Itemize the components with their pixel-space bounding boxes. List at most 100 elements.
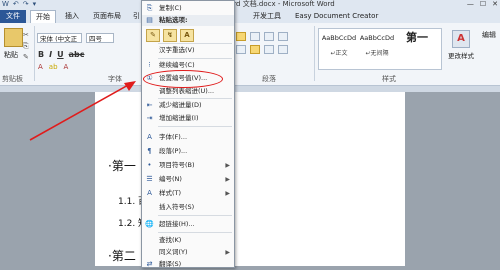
tab-file[interactable]: 文件 bbox=[0, 10, 26, 23]
style-normal[interactable]: AaBbCcDd ↵正文 bbox=[320, 32, 358, 57]
highlight-oval bbox=[143, 70, 223, 88]
multilevel-list-icon[interactable] bbox=[264, 32, 274, 41]
clipboard-group-label: 剪贴板 bbox=[2, 75, 23, 83]
paste-text-only-icon[interactable]: A bbox=[180, 29, 194, 42]
menu-separator bbox=[158, 126, 232, 127]
paragraph-icon: ¶ bbox=[147, 147, 152, 155]
window-title: ord 文档.docx - Microsoft Word bbox=[229, 0, 335, 8]
clipboard-tools: ✂ ⎘ ✎ bbox=[23, 30, 29, 63]
menu-item-styles[interactable]: A 样式(T) ▶ bbox=[142, 188, 234, 199]
style-sample: 第一 bbox=[406, 31, 428, 44]
menu-item-synonyms[interactable]: 同义词(Y) ▶ bbox=[142, 247, 234, 258]
bullets-icon[interactable] bbox=[236, 32, 246, 41]
submenu-arrow-icon: ▶ bbox=[225, 162, 230, 169]
menu-separator bbox=[158, 232, 232, 233]
style-sample: AaBbCcDd bbox=[321, 34, 357, 42]
paste-options: ✎ ↯ A bbox=[146, 29, 194, 42]
menu-item-decrease-indent[interactable]: ⇤ 减少缩进量(D) bbox=[142, 100, 234, 111]
minimize-icon[interactable]: — bbox=[467, 0, 474, 9]
font-color-row: A ab A bbox=[38, 63, 68, 71]
font-format-row: B I U abc bbox=[38, 50, 84, 59]
font-color-icon[interactable]: A bbox=[64, 63, 69, 71]
align-right-icon[interactable] bbox=[264, 45, 274, 54]
editing-button[interactable]: 编辑 bbox=[482, 30, 496, 40]
numbering-icon[interactable] bbox=[250, 32, 260, 41]
paste-button[interactable]: 粘贴 bbox=[4, 50, 18, 60]
hyperlink-icon: 🌐 bbox=[145, 220, 154, 228]
customize-qat-icon[interactable]: ▾ bbox=[33, 0, 37, 9]
text-effects-icon[interactable]: A bbox=[38, 63, 43, 71]
style-sample: AaBbCcDd bbox=[359, 34, 395, 42]
bullets-icon: • bbox=[147, 161, 152, 169]
tab-home[interactable]: 开始 bbox=[30, 10, 56, 23]
translate-icon: ⇄ bbox=[146, 260, 153, 268]
change-styles-icon: A bbox=[452, 30, 470, 48]
style-name: ↵无间隔 bbox=[365, 50, 389, 57]
style-heading-1[interactable]: 第一 bbox=[398, 32, 436, 48]
justify-icon[interactable] bbox=[278, 45, 288, 54]
styles-group-label: 样式 bbox=[382, 75, 396, 83]
paragraph-group-label: 段落 bbox=[262, 75, 276, 83]
font-size-select[interactable]: 四号 bbox=[86, 33, 114, 43]
tab-easy-document-creator[interactable]: Easy Document Creator bbox=[290, 10, 383, 23]
indent-icon: ⇥ bbox=[146, 114, 153, 122]
change-styles-button[interactable]: A 更改样式 bbox=[446, 30, 476, 60]
list-icon: ⁝ bbox=[148, 61, 151, 69]
undo-icon[interactable]: ↶ bbox=[13, 0, 19, 9]
maximize-icon[interactable]: ☐ bbox=[480, 0, 486, 9]
align-center-icon[interactable] bbox=[250, 45, 260, 54]
tab-page-layout[interactable]: 页面布局 bbox=[88, 10, 126, 23]
document-heading-1[interactable]: ·第一 bbox=[108, 157, 136, 174]
style-name: ↵正文 bbox=[330, 50, 348, 57]
context-menu: ⎘ 复制(C) ▤ 粘贴选项: ✎ ↯ A 汉字重选(V) ⁝ 继续编号(C) … bbox=[141, 0, 235, 268]
word-logo-icon: W bbox=[2, 0, 9, 8]
outdent-icon[interactable] bbox=[278, 32, 288, 41]
menu-item-translate[interactable]: ⇄ 翻译(S) bbox=[142, 259, 234, 270]
bold-icon[interactable]: B bbox=[38, 50, 44, 59]
close-icon[interactable]: ✕ bbox=[492, 0, 498, 9]
menu-item-hanzi-reselect[interactable]: 汉字重选(V) bbox=[142, 45, 234, 56]
menu-item-find[interactable]: 查找(K) bbox=[142, 235, 234, 246]
format-painter-icon[interactable]: ✎ bbox=[23, 52, 29, 63]
tab-developer[interactable]: 开发工具 bbox=[248, 10, 286, 23]
style-no-spacing[interactable]: AaBbCcDd ↵无间隔 bbox=[358, 32, 396, 57]
menu-item-increase-indent[interactable]: ⇥ 增加缩进量(I) bbox=[142, 113, 234, 124]
paste-icon: ▤ bbox=[146, 16, 153, 24]
strikethrough-icon[interactable]: abc bbox=[69, 50, 85, 59]
quick-access-toolbar: W ↶ ↷ ▾ bbox=[2, 0, 36, 9]
menu-item-numbering[interactable]: ☰ 编号(N) ▶ bbox=[142, 174, 234, 185]
submenu-arrow-icon: ▶ bbox=[225, 176, 230, 183]
document-heading-2[interactable]: ·第二 bbox=[108, 247, 136, 264]
redo-icon[interactable]: ↷ bbox=[23, 0, 29, 9]
align-left-icon[interactable] bbox=[236, 45, 246, 54]
menu-item-bullets[interactable]: • 项目符号(B) ▶ bbox=[142, 160, 234, 171]
cut-icon[interactable]: ✂ bbox=[23, 30, 29, 41]
copy-icon[interactable]: ⎘ bbox=[23, 41, 29, 52]
tab-insert[interactable]: 插入 bbox=[60, 10, 84, 23]
group-divider bbox=[314, 26, 315, 81]
italic-icon[interactable]: I bbox=[49, 50, 52, 59]
copy-icon: ⎘ bbox=[146, 4, 153, 12]
alignment-tools bbox=[236, 45, 288, 54]
menu-separator bbox=[158, 98, 232, 99]
paragraph-tools bbox=[236, 32, 288, 41]
highlight-icon[interactable]: ab bbox=[49, 63, 58, 71]
menu-item-paragraph[interactable]: ¶ 段落(P)... bbox=[142, 146, 234, 157]
paste-icon[interactable] bbox=[4, 28, 23, 47]
underline-icon[interactable]: U bbox=[57, 50, 64, 59]
font-name-select[interactable]: 宋体 (中文正 bbox=[37, 33, 82, 43]
font-group-label: 字体 bbox=[108, 75, 122, 83]
menu-separator bbox=[158, 43, 232, 44]
submenu-arrow-icon: ▶ bbox=[225, 190, 230, 197]
paste-keep-format-icon[interactable]: ✎ bbox=[146, 29, 160, 42]
outdent-icon: ⇤ bbox=[146, 101, 153, 109]
font-icon: A bbox=[147, 133, 152, 141]
menu-item-insert-symbol[interactable]: 插入符号(S) bbox=[142, 202, 234, 213]
submenu-arrow-icon: ▶ bbox=[225, 249, 230, 256]
numbering-list-icon: ☰ bbox=[146, 175, 153, 183]
menu-item-font[interactable]: A 字体(F)... bbox=[142, 132, 234, 143]
menu-item-hyperlink[interactable]: 🌐 超链接(H)... bbox=[142, 219, 234, 230]
paste-merge-icon[interactable]: ↯ bbox=[163, 29, 177, 42]
menu-item-copy[interactable]: ⎘ 复制(C) bbox=[142, 3, 234, 14]
group-divider bbox=[34, 26, 35, 81]
